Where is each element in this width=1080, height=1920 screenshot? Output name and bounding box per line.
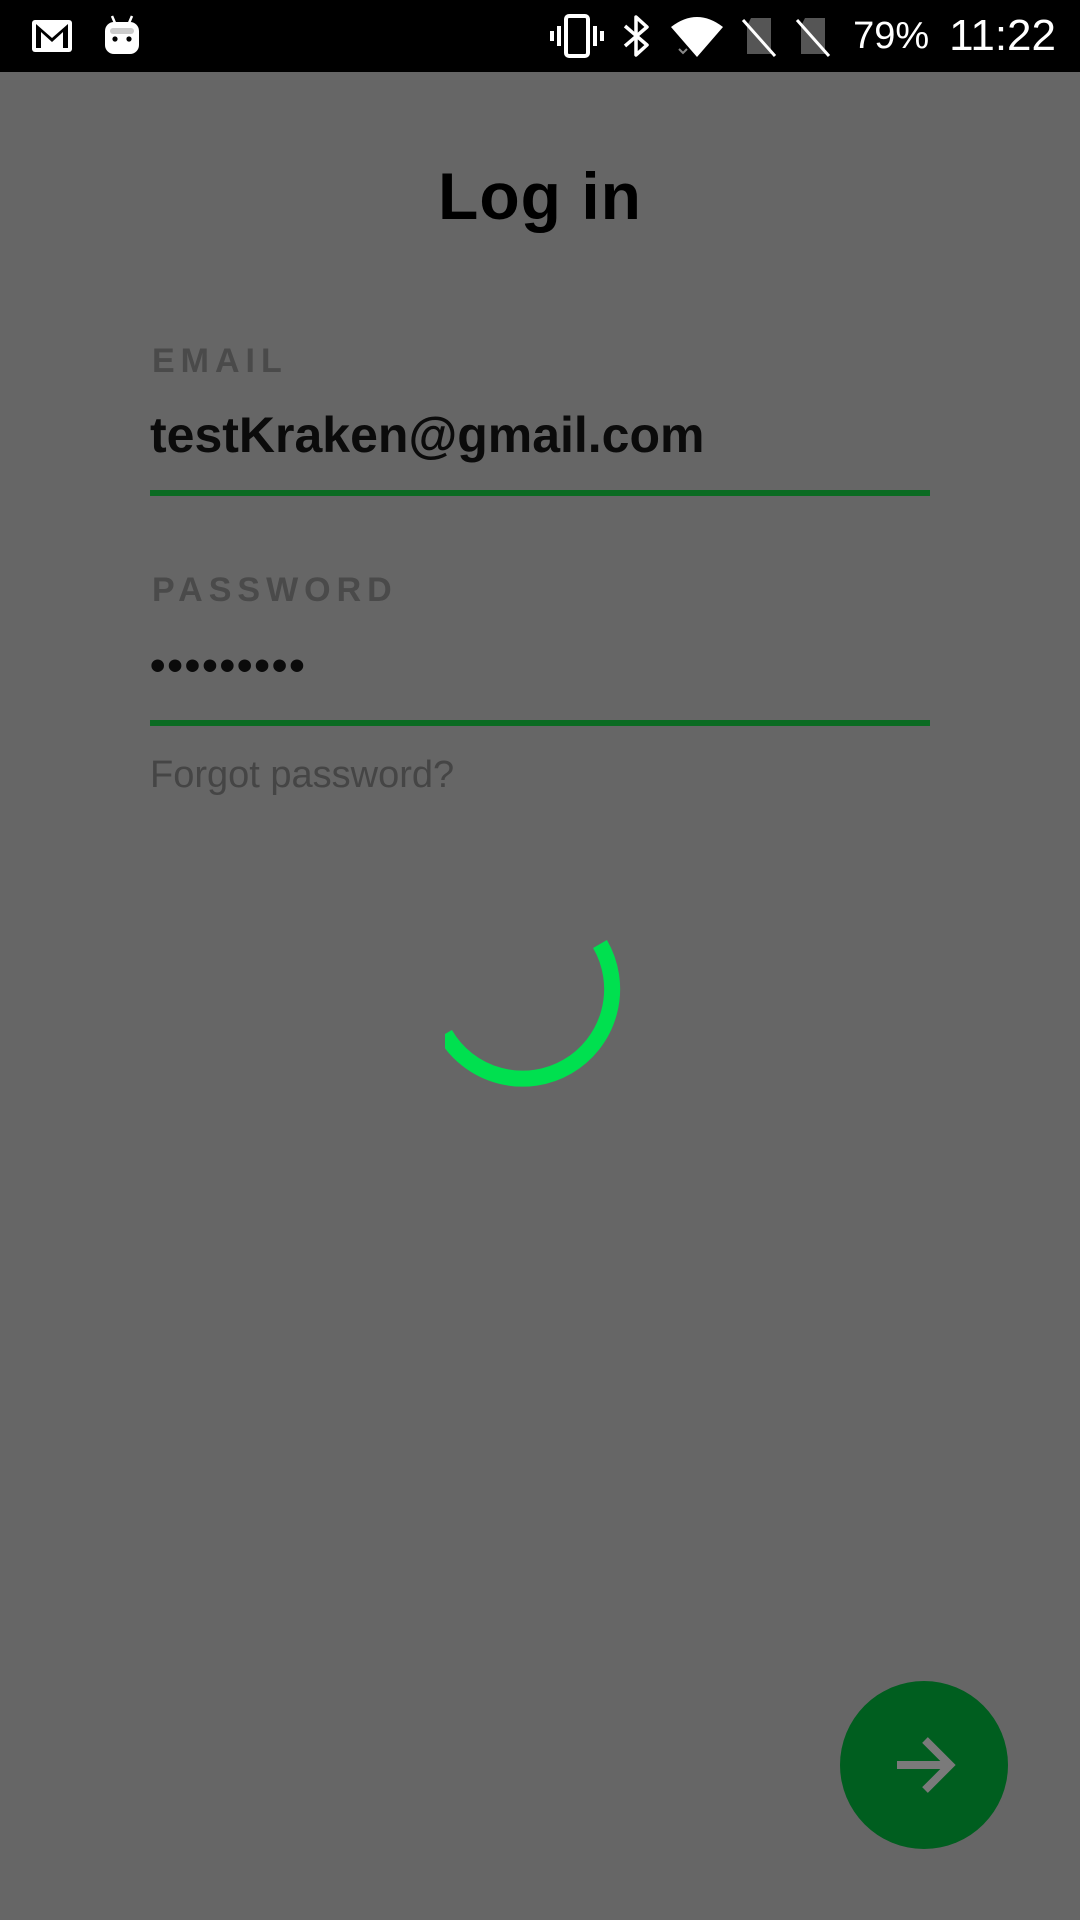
password-field[interactable] xyxy=(150,636,930,696)
no-sim-icon xyxy=(793,14,833,58)
no-sim-icon xyxy=(739,14,779,58)
forgot-password-link[interactable]: Forgot password? xyxy=(150,754,454,797)
wifi-icon xyxy=(669,13,725,59)
battery-percent: 79% xyxy=(853,14,930,57)
clock: 11:22 xyxy=(949,11,1056,60)
email-underline xyxy=(150,490,930,496)
gmail-icon xyxy=(30,18,74,54)
vibrate-icon xyxy=(549,14,605,58)
status-bar: 79% 11:22 xyxy=(0,0,1080,72)
email-label: EMAIL xyxy=(152,342,288,380)
password-label: PASSWORD xyxy=(152,571,398,609)
bluetooth-icon xyxy=(619,13,655,59)
page-title: Log in xyxy=(438,159,642,233)
email-field[interactable] xyxy=(150,400,930,470)
next-button[interactable] xyxy=(840,1681,1008,1849)
arrow-right-icon xyxy=(889,1730,959,1800)
password-underline xyxy=(150,720,930,726)
loading-spinner xyxy=(445,939,621,1087)
android-icon xyxy=(102,14,142,58)
